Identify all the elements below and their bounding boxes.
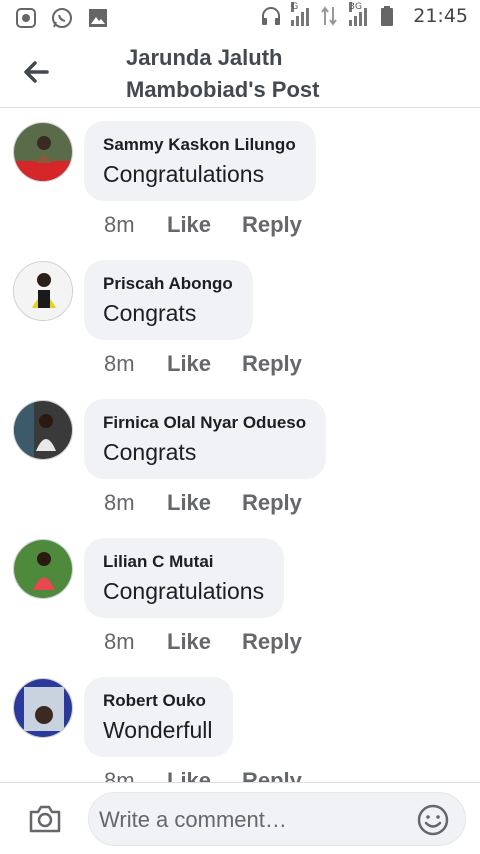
emoji-button[interactable]: [417, 804, 449, 836]
comment-time[interactable]: 8m: [104, 768, 167, 782]
back-button[interactable]: [16, 52, 56, 92]
comment-actions: 8m Like Reply: [104, 768, 302, 782]
comment-time[interactable]: 8m: [104, 351, 167, 377]
like-button[interactable]: Like: [167, 212, 242, 238]
screenshot-icon: [14, 6, 38, 30]
comment-actions: 8m Like Reply: [104, 490, 302, 516]
headphones-icon: [259, 4, 283, 28]
smiley-icon: [417, 804, 449, 836]
comment-item: Robert Ouko Wonderfull 8m Like Reply: [0, 665, 480, 782]
like-button[interactable]: Like: [167, 768, 242, 782]
like-button[interactable]: Like: [167, 629, 242, 655]
comment-actions: 8m Like Reply: [104, 629, 302, 655]
comment-author[interactable]: Priscah Abongo: [103, 274, 233, 294]
like-button[interactable]: Like: [167, 490, 242, 516]
comment-item: Sammy Kaskon Lilungo Congratulations 8m …: [0, 109, 480, 248]
title-line-2: Mambobiad's Post: [126, 77, 320, 102]
comment-time[interactable]: 8m: [104, 212, 167, 238]
arrow-left-icon: [24, 61, 49, 83]
status-time: 21:45: [413, 5, 468, 27]
comment-author[interactable]: Sammy Kaskon Lilungo: [103, 135, 296, 155]
title-line-1: Jarunda Jaluth: [126, 45, 283, 70]
page-title: Jarunda Jaluth Mambobiad's Post: [126, 42, 319, 106]
comment-actions: 8m Like Reply: [104, 212, 302, 238]
comment-actions: 8m Like Reply: [104, 351, 302, 377]
comment-text: Wonderfull: [103, 717, 213, 743]
comment-composer: Write a comment…: [0, 782, 480, 854]
battery-icon: [375, 4, 399, 28]
reply-button[interactable]: Reply: [242, 629, 302, 655]
comment-item: Priscah Abongo Congrats 8m Like Reply: [0, 248, 480, 387]
reply-button[interactable]: Reply: [242, 351, 302, 377]
post-header: Jarunda Jaluth Mambobiad's Post: [0, 36, 480, 108]
comment-time[interactable]: 8m: [104, 490, 167, 516]
avatar[interactable]: [13, 539, 73, 599]
avatar[interactable]: [13, 122, 73, 182]
comments-list[interactable]: Sammy Kaskon Lilungo Congratulations 8m …: [0, 109, 480, 782]
avatar[interactable]: [13, 261, 73, 321]
avatar[interactable]: [13, 678, 73, 738]
comment-text: Congratulations: [103, 578, 265, 604]
camera-icon: [29, 805, 61, 833]
comment-item: Lilian C Mutai Congratulations 8m Like R…: [0, 526, 480, 665]
status-left-icons: [14, 6, 110, 30]
comment-author[interactable]: Robert Ouko: [103, 691, 213, 711]
comment-bubble[interactable]: Robert Ouko Wonderfull: [84, 677, 233, 757]
comment-time[interactable]: 8m: [104, 629, 167, 655]
comment-author[interactable]: Lilian C Mutai: [103, 552, 264, 572]
reply-button[interactable]: Reply: [242, 490, 302, 516]
comment-text: Congratulations: [103, 161, 265, 187]
reply-button[interactable]: Reply: [242, 212, 302, 238]
comment-bubble[interactable]: Lilian C Mutai Congratulations: [84, 538, 285, 618]
like-button[interactable]: Like: [167, 351, 242, 377]
comment-bubble[interactable]: Sammy Kaskon Lilungo Congratulations: [84, 121, 316, 201]
data-arrows-icon: [317, 4, 341, 28]
signal-3g-icon: 3G: [349, 2, 368, 26]
signal-g-icon: G: [291, 2, 310, 26]
comment-text: Congrats: [103, 439, 197, 465]
comment-author[interactable]: Firnica Olal Nyar Odueso: [103, 413, 306, 433]
comment-item: Firnica Olal Nyar Odueso Congrats 8m Lik…: [0, 387, 480, 526]
comment-input-placeholder: Write a comment…: [99, 807, 287, 832]
gallery-icon: [86, 6, 110, 30]
comment-bubble[interactable]: Priscah Abongo Congrats: [84, 260, 253, 340]
status-bar: G 3G 21:45: [0, 0, 480, 36]
comment-bubble[interactable]: Firnica Olal Nyar Odueso Congrats: [84, 399, 327, 479]
comment-text: Congrats: [103, 300, 197, 326]
avatar[interactable]: [13, 400, 73, 460]
camera-button[interactable]: [27, 801, 63, 837]
comment-input[interactable]: Write a comment…: [88, 792, 466, 846]
whatsapp-icon: [50, 6, 74, 30]
status-right-icons: G 3G 21:45: [259, 2, 468, 28]
reply-button[interactable]: Reply: [242, 768, 302, 782]
